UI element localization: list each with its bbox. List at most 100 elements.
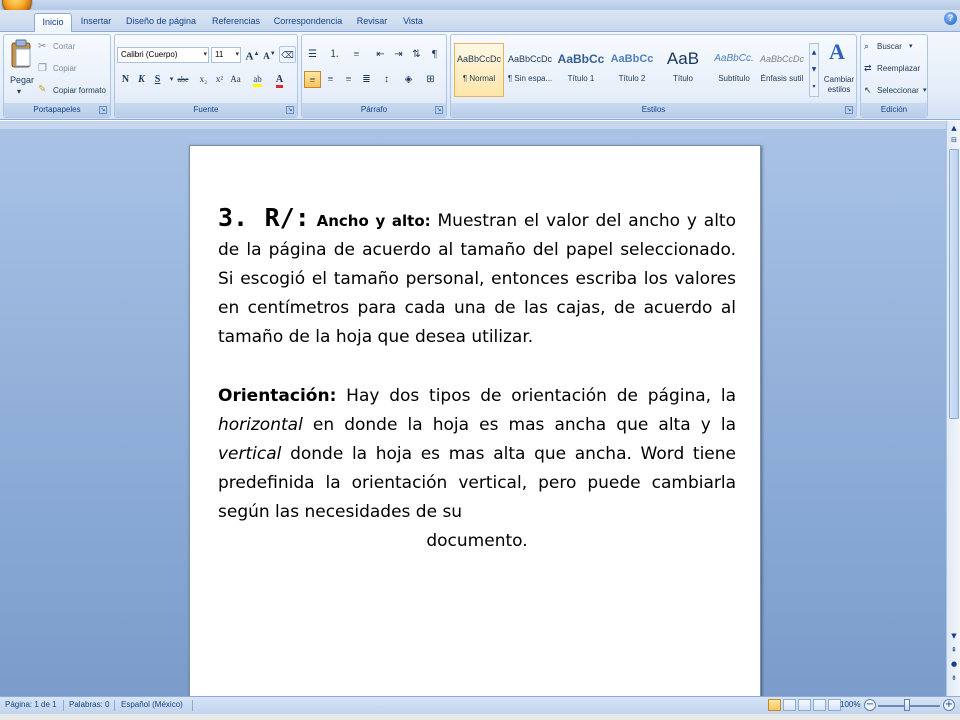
paragraph-launcher-icon[interactable]: ↘ — [435, 106, 443, 114]
replace-label: Reemplazar — [877, 64, 921, 73]
numbering-button[interactable]: ⒈ — [326, 46, 343, 63]
style-sample: AaBbCcDc — [507, 54, 552, 64]
italic-button[interactable]: K — [133, 71, 150, 88]
taskbar-strip — [0, 714, 960, 720]
font-size-combo[interactable]: 11 ▾ — [211, 47, 241, 63]
style-sample: AaBbCcDc — [759, 54, 804, 64]
grow-font-button[interactable]: A▲ — [244, 46, 261, 63]
bold-button[interactable]: N — [117, 71, 134, 88]
cut-label: Cortar — [53, 42, 76, 51]
change-case-button[interactable]: Aa — [227, 71, 244, 88]
orientation-text-last: documento. — [426, 531, 528, 551]
tab-vista[interactable]: Vista — [398, 13, 428, 32]
tab-referencias[interactable]: Referencias — [208, 13, 264, 32]
find-button[interactable]: ⌕ Buscar ▾ — [864, 41, 926, 54]
chevron-down-icon: ▾ — [203, 51, 207, 58]
chevron-down-icon[interactable]: ▼ — [810, 61, 818, 78]
justify-button[interactable]: ≣ — [358, 71, 375, 88]
zoom-out-icon[interactable]: − — [864, 699, 876, 711]
replace-button[interactable]: ⇄ Reemplazar — [864, 63, 926, 76]
group-clipboard: Pegar ▾ ✂ Cortar ❐ Copiar ✎ Copiar forma… — [3, 34, 111, 118]
style-no-spacing[interactable]: AaBbCcDc ¶ Sin espa... — [505, 43, 555, 97]
style-heading-2[interactable]: AaBbCc Título 2 — [607, 43, 657, 97]
clear-formatting-button[interactable]: ⌫ — [279, 46, 296, 63]
format-painter-button[interactable]: ✎ Copiar formato — [38, 84, 110, 99]
next-page-icon[interactable]: ⇟ — [949, 673, 959, 683]
shrink-font-button[interactable]: A▼ — [261, 46, 278, 63]
tab-inicio[interactable]: Inicio — [34, 13, 72, 32]
font-group-label: Fuente — [115, 103, 297, 117]
ruler-toggle-icon[interactable]: ⊟ — [949, 135, 959, 145]
word-count[interactable]: Palabras: 0 — [69, 700, 109, 709]
increase-indent-button[interactable]: ⇥ — [390, 46, 407, 63]
document-page[interactable]: 3. R/: Ancho y alto: Muestran el valor d… — [189, 145, 761, 705]
style-sample: AaBbCc — [557, 52, 605, 66]
show-marks-button[interactable]: ¶ — [426, 46, 443, 63]
styles-launcher-icon[interactable]: ↘ — [845, 106, 853, 114]
align-left-button[interactable]: ≡ — [304, 71, 321, 88]
scroll-up-icon[interactable]: ▲ — [949, 123, 959, 133]
tab-revisar[interactable]: Revisar — [352, 13, 392, 32]
zoom-level[interactable]: 100% — [840, 700, 860, 709]
zoom-slider-thumb[interactable] — [904, 699, 910, 711]
styles-gallery-scroll[interactable]: ▲ ▼ ▾ — [809, 43, 819, 97]
chevron-down-icon: ▾ — [235, 51, 239, 58]
language-status[interactable]: Español (México) — [121, 700, 183, 709]
cut-button[interactable]: ✂ Cortar — [38, 41, 108, 55]
outline-view-icon[interactable] — [813, 699, 826, 711]
style-subtitle[interactable]: AaBbCc. Subtítulo — [709, 43, 759, 97]
align-center-button[interactable]: ≡ — [322, 71, 339, 88]
format-painter-label: Copiar formato — [53, 86, 106, 95]
browse-object-icon[interactable]: ● — [949, 659, 959, 669]
font-color-button[interactable]: A — [271, 71, 288, 88]
group-paragraph: ☰ ⒈ ≡ ⇤ ⇥ ⇅ ¶ ≡ ≡ ≡ ≣ ↕ ◈ ⊞ Párrafo ↘ — [301, 34, 447, 118]
align-right-button[interactable]: ≡ — [340, 71, 357, 88]
style-title[interactable]: AaB Título — [658, 43, 708, 97]
web-layout-view-icon[interactable] — [798, 699, 811, 711]
zoom-in-icon[interactable]: + — [943, 699, 955, 711]
paragraph-break — [218, 352, 736, 382]
select-button[interactable]: ↖ Seleccionar ▾ — [864, 85, 928, 98]
document-text[interactable]: 3. R/: Ancho y alto: Muestran el valor d… — [218, 203, 736, 556]
change-styles-button[interactable]: A Cambiar estilos — [821, 39, 855, 101]
borders-icon: ⊞ — [426, 74, 435, 85]
previous-page-icon[interactable]: ⇞ — [949, 645, 959, 655]
status-divider — [192, 700, 193, 711]
line-spacing-button[interactable]: ↕ — [378, 71, 395, 88]
font-name-combo[interactable]: Calibri (Cuerpo) ▾ — [117, 47, 209, 63]
page-count[interactable]: Página: 1 de 1 — [5, 700, 57, 709]
group-styles: AaBbCcDc ¶ Normal AaBbCcDc ¶ Sin espa...… — [450, 34, 857, 118]
scroll-down-icon[interactable]: ▼ — [949, 631, 959, 641]
more-styles-icon[interactable]: ▾ — [810, 78, 818, 95]
style-normal[interactable]: AaBbCcDc ¶ Normal — [454, 43, 504, 97]
borders-button[interactable]: ⊞ — [422, 71, 439, 88]
copy-button[interactable]: ❐ Copiar — [38, 63, 108, 77]
vertical-scrollbar[interactable]: ▲ ⊟ ▼ ⇞ ● ⇟ — [946, 121, 960, 696]
font-launcher-icon[interactable]: ↘ — [286, 106, 294, 114]
style-heading-1[interactable]: AaBbCc Título 1 — [556, 43, 606, 97]
font-size-value: 11 — [215, 50, 224, 59]
superscript-button[interactable]: x² — [211, 71, 228, 88]
tab-diseno-pagina[interactable]: Diseño de página — [124, 13, 198, 32]
bullets-button[interactable]: ☰ — [304, 46, 321, 63]
scroll-thumb[interactable] — [949, 149, 959, 419]
tab-insertar[interactable]: Insertar — [76, 13, 116, 32]
help-icon[interactable]: ? — [944, 12, 957, 25]
subscript-button[interactable]: x₂ — [195, 71, 212, 88]
multilevel-list-button[interactable]: ≡ — [348, 46, 365, 63]
strikethrough-button[interactable]: abe — [173, 71, 193, 88]
sort-button[interactable]: ⇅ — [408, 46, 425, 63]
clipboard-launcher-icon[interactable]: ↘ — [99, 106, 107, 114]
highlight-button[interactable]: ab — [249, 71, 266, 88]
full-screen-reading-view-icon[interactable] — [783, 699, 796, 711]
shading-button[interactable]: ◈ — [400, 71, 417, 88]
tab-correspondencia[interactable]: Correspondencia — [272, 13, 344, 32]
style-subtle-emphasis[interactable]: AaBbCcDc Énfasis sutil — [757, 43, 807, 97]
orientation-text-a: Hay dos tipos de orientación de página, … — [346, 386, 736, 406]
decrease-indent-button[interactable]: ⇤ — [372, 46, 389, 63]
paste-button[interactable]: Pegar ▾ — [7, 37, 35, 101]
style-sample: AaBbCc — [610, 53, 654, 65]
pilcrow-icon: ¶ — [432, 48, 437, 60]
print-layout-view-icon[interactable] — [768, 699, 781, 711]
chevron-up-icon[interactable]: ▲ — [810, 44, 818, 61]
